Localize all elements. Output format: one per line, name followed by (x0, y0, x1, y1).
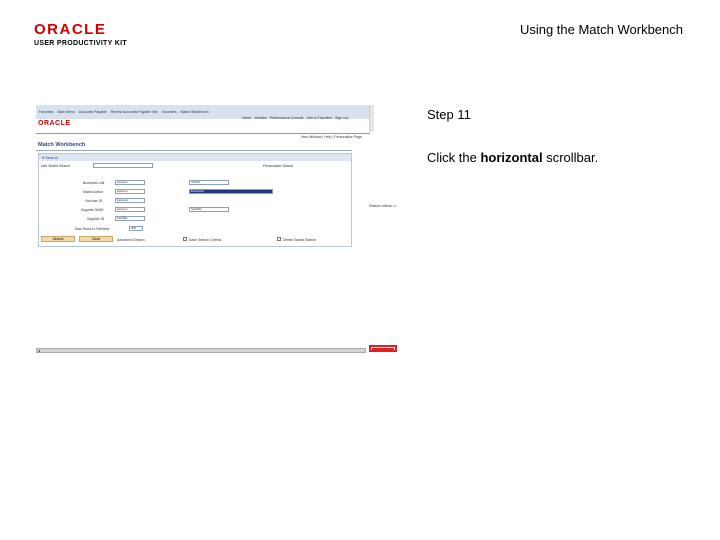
max-rows-label: Max Rows to Retrieve (75, 227, 110, 231)
link-help[interactable]: Help (324, 135, 331, 139)
voucher-id-operator[interactable]: between (115, 198, 145, 203)
match-action-label: Match Action (83, 190, 104, 194)
match-action-operator[interactable]: equal to (115, 189, 145, 194)
page-title: Using the Match Workbench (519, 22, 683, 37)
saved-search-select[interactable] (93, 163, 153, 168)
link-favorites[interactable]: Add to Favorites (307, 116, 332, 120)
search-panel-title: Search (45, 155, 58, 160)
save-search-icon (183, 237, 187, 241)
application-screenshot: Favorites Main Menu Accounts Payable Rev… (36, 105, 398, 355)
business-unit-input[interactable]: US001 (189, 180, 229, 185)
heading-divider (36, 150, 352, 151)
saved-search-label: Use Saved Search (41, 164, 71, 168)
save-search-link[interactable]: Save Search Criteria (189, 238, 221, 242)
header-divider (36, 133, 370, 134)
upk-logo-text: USER PRODUCTIVITY KIT (34, 40, 127, 47)
supplier-setid-input[interactable]: SHARE (189, 207, 229, 212)
breadcrumb-item[interactable]: Main Menu (57, 110, 74, 114)
search-criteria-link[interactable]: Search criteria >> (369, 204, 397, 208)
breadcrumb-item[interactable]: Vouchers (162, 110, 177, 114)
link-home[interactable]: Home (242, 116, 251, 120)
instruction-suffix: scrollbar. (542, 150, 599, 165)
max-rows-input[interactable]: 300 (129, 226, 143, 231)
search-button[interactable]: Search (41, 236, 75, 242)
match-action-select[interactable]: Exception (189, 189, 273, 194)
breadcrumb-item[interactable]: Match Workbench (180, 110, 208, 114)
link-signout[interactable]: Sign out (335, 116, 348, 120)
app-oracle-logo: ORACLE (38, 120, 71, 127)
supplier-id-label: Supplier ID (87, 217, 105, 221)
search-panel-header[interactable]: ▾ Search (39, 154, 351, 161)
breadcrumb-item[interactable]: Accounts Payable (79, 110, 107, 114)
page-heading: Match Workbench (38, 142, 86, 148)
supplier-id-value[interactable]: SHARE (115, 216, 145, 221)
voucher-id-label: Voucher ID (85, 199, 103, 203)
link-worklist[interactable]: Worklist (254, 116, 266, 120)
advanced-search-link[interactable]: Advanced Search (117, 238, 145, 242)
supplier-setid-operator[interactable]: equal to (115, 207, 145, 212)
step-title: Step 11 (427, 107, 471, 122)
step-instruction: Click the horizontal scrollbar. (427, 150, 598, 165)
delete-search-link[interactable]: Delete Saved Search (283, 238, 316, 242)
breadcrumb-item[interactable]: Review Accounts Payable Info (111, 110, 158, 114)
search-panel: ▾ Search Use Saved Search Personalize Se… (38, 153, 397, 247)
business-unit-label: Business Unit (83, 181, 105, 185)
scrollbar-highlight-fill (372, 348, 394, 350)
page-links: New Window | Help | Personalize Page (301, 135, 362, 139)
clear-button[interactable]: Clear (79, 236, 113, 242)
instruction-bold: horizontal (480, 150, 543, 165)
link-new-window[interactable]: New Window (301, 135, 321, 139)
delete-search-icon (277, 237, 281, 241)
supplier-setid-label: Supplier SetID (81, 208, 104, 212)
personalize-link[interactable]: Personalize Search (263, 164, 293, 168)
vertical-scrollbar[interactable] (369, 105, 374, 132)
instruction-prefix: Click the (427, 150, 481, 165)
link-performance[interactable]: Performance Console (270, 116, 304, 120)
scroll-left-arrow-icon[interactable]: ◂ (38, 349, 40, 353)
oracle-logo-text: ORACLE (34, 21, 107, 38)
horizontal-scrollbar[interactable]: ◂ (36, 348, 366, 353)
oracle-upk-logo: ORACLE USER PRODUCTIVITY KIT (34, 22, 134, 47)
breadcrumb-item[interactable]: Favorites (39, 110, 53, 114)
link-personalize[interactable]: Personalize Page (334, 135, 361, 139)
top-links: Home Worklist Performance Console Add to… (242, 116, 370, 120)
business-unit-operator[interactable]: equal to (115, 180, 145, 185)
